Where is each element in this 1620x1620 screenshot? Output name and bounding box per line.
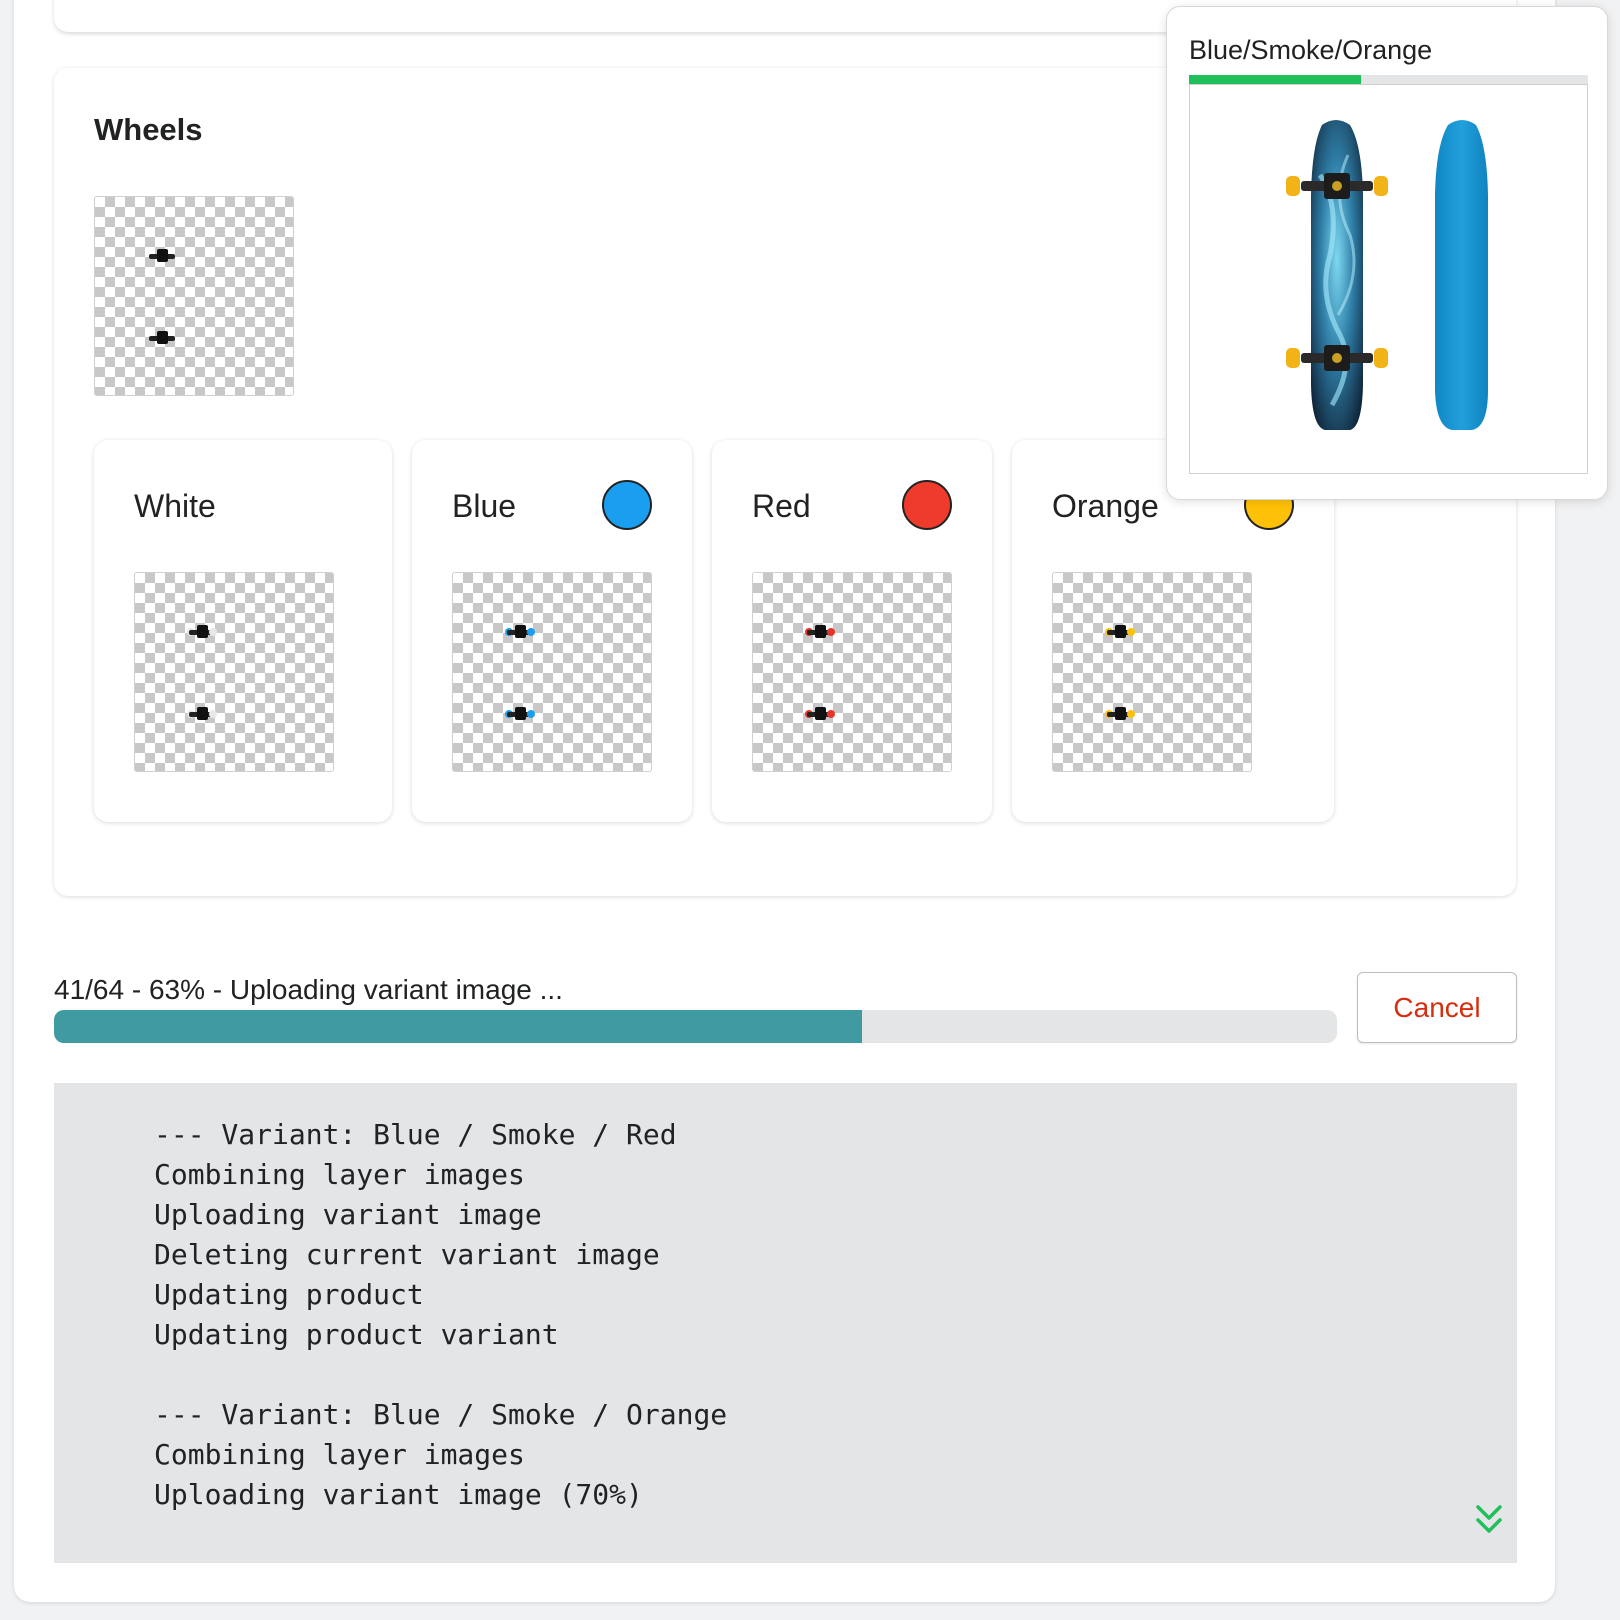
deck-bottom-blue bbox=[1435, 120, 1488, 430]
variant-preview-image bbox=[1189, 84, 1588, 474]
truck-bottom bbox=[505, 707, 535, 721]
deck-smoke bbox=[1311, 120, 1363, 430]
option-image[interactable] bbox=[1052, 572, 1252, 772]
progress-bar bbox=[54, 1010, 1337, 1043]
preview-title: Blue/Smoke/Orange bbox=[1189, 35, 1433, 65]
progress-status-text: 41/64 - 63% - Uploading variant image ..… bbox=[54, 974, 563, 1005]
color-swatch-blue bbox=[602, 480, 652, 530]
log-line: Updating product bbox=[154, 1278, 424, 1311]
skateboard-preview-graphic bbox=[1286, 120, 1488, 430]
wheels-layer-image[interactable] bbox=[94, 196, 294, 396]
color-swatch-red bbox=[902, 480, 952, 530]
option-name: Red bbox=[752, 488, 811, 524]
progress-bar-fill bbox=[54, 1010, 863, 1043]
preview-progress-fill bbox=[1189, 75, 1361, 84]
option-image[interactable] bbox=[134, 572, 334, 772]
truck-bottom bbox=[1105, 707, 1135, 721]
option-card-blue[interactable]: Blue bbox=[412, 440, 692, 822]
log-line: Deleting current variant image bbox=[154, 1238, 660, 1271]
log-line: Updating product variant bbox=[154, 1318, 559, 1351]
truck-bottom-preview bbox=[1286, 345, 1388, 371]
preview-progress-bar bbox=[1189, 75, 1588, 84]
truck-top-preview bbox=[1286, 173, 1388, 199]
truck-top bbox=[147, 249, 177, 263]
option-name: Orange bbox=[1052, 488, 1159, 524]
option-image[interactable] bbox=[752, 572, 952, 772]
log-line: Uploading variant image (70%) bbox=[154, 1478, 643, 1511]
log-line: Combining layer images bbox=[154, 1158, 525, 1191]
log-output: --- Variant: Blue / Smoke / Red Combining… bbox=[154, 1115, 727, 1515]
variant-preview-popover: Blue/Smoke/Orange bbox=[1166, 6, 1608, 500]
option-card-white[interactable]: White bbox=[94, 440, 392, 822]
log-line: --- Variant: Blue / Smoke / Orange bbox=[154, 1398, 728, 1431]
truck-bottom bbox=[805, 707, 835, 721]
log-line: --- Variant: Blue / Smoke / Red bbox=[154, 1118, 677, 1151]
option-name: Blue bbox=[452, 488, 517, 524]
truck-bottom bbox=[187, 707, 217, 721]
log-line: Uploading variant image bbox=[154, 1198, 542, 1231]
truck-top bbox=[1105, 625, 1135, 639]
section-title: Wheels bbox=[94, 112, 203, 147]
truck-bottom bbox=[147, 331, 177, 345]
cancel-button[interactable]: Cancel bbox=[1357, 972, 1517, 1043]
option-name: White bbox=[134, 488, 216, 524]
truck-top bbox=[187, 625, 217, 639]
log-panel: --- Variant: Blue / Smoke / Red Combining… bbox=[54, 1083, 1517, 1563]
option-card-red[interactable]: Red bbox=[712, 440, 992, 822]
log-line: Combining layer images bbox=[154, 1438, 525, 1471]
chevron-double-down-icon[interactable] bbox=[1474, 1503, 1504, 1537]
truck-top bbox=[805, 625, 835, 639]
option-image[interactable] bbox=[452, 572, 652, 772]
truck-top bbox=[505, 625, 535, 639]
